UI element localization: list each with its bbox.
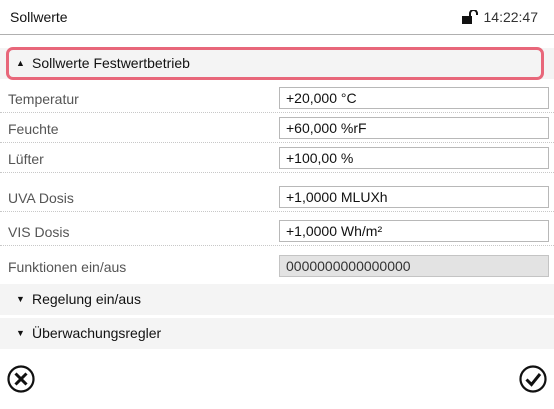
page-title: Sollwerte bbox=[10, 9, 68, 25]
title-bar: Sollwerte 14:22:47 bbox=[0, 0, 554, 34]
expand-arrow-icon: ▼ bbox=[16, 294, 25, 304]
lock-open-icon bbox=[461, 10, 478, 24]
cancel-icon[interactable] bbox=[6, 364, 36, 394]
status-area: 14:22:47 bbox=[461, 9, 539, 25]
setpoint-row-vis-dose: VIS Dosis +1,0000 Wh/m² bbox=[0, 219, 554, 246]
expand-arrow-icon: ▼ bbox=[16, 328, 25, 338]
setpoint-row-functions: Funktionen ein/aus 0000000000000000 bbox=[0, 254, 554, 281]
section-monitoring-controller[interactable]: ▼ Überwachungsregler bbox=[0, 318, 554, 349]
uva-dose-input[interactable]: +1,0000 MLUXh bbox=[279, 186, 549, 208]
clock-time: 14:22:47 bbox=[483, 9, 539, 25]
title-divider bbox=[0, 34, 554, 35]
row-label: VIS Dosis bbox=[8, 224, 70, 240]
vis-dose-input[interactable]: +1,0000 Wh/m² bbox=[279, 220, 549, 242]
row-divider bbox=[0, 142, 554, 143]
setpoint-row-humidity: Feuchte +60,000 %rF bbox=[0, 116, 554, 143]
temperature-input[interactable]: +20,000 °C bbox=[279, 87, 549, 109]
confirm-icon[interactable] bbox=[518, 364, 548, 394]
row-label: Funktionen ein/aus bbox=[8, 259, 127, 275]
section-label: Überwachungsregler bbox=[32, 325, 162, 341]
setpoint-row-uva-dose: UVA Dosis +1,0000 MLUXh bbox=[0, 185, 554, 212]
row-divider bbox=[0, 112, 554, 113]
selection-highlight bbox=[6, 47, 544, 80]
section-control-on-off[interactable]: ▼ Regelung ein/aus bbox=[0, 284, 554, 315]
row-label: Temperatur bbox=[8, 91, 79, 107]
row-divider bbox=[0, 172, 554, 173]
row-label: Feuchte bbox=[8, 121, 59, 137]
fan-input[interactable]: +100,00 % bbox=[279, 147, 549, 169]
functions-field[interactable]: 0000000000000000 bbox=[279, 255, 549, 277]
section-label: Regelung ein/aus bbox=[32, 291, 141, 307]
setpoint-row-temperature: Temperatur +20,000 °C bbox=[0, 86, 554, 113]
row-divider bbox=[0, 245, 554, 246]
row-label: Lüfter bbox=[8, 151, 44, 167]
humidity-input[interactable]: +60,000 %rF bbox=[279, 117, 549, 139]
bottom-bar bbox=[0, 354, 554, 409]
row-label: UVA Dosis bbox=[8, 190, 74, 206]
row-divider bbox=[0, 211, 554, 212]
setpoint-row-fan: Lüfter +100,00 % bbox=[0, 146, 554, 173]
